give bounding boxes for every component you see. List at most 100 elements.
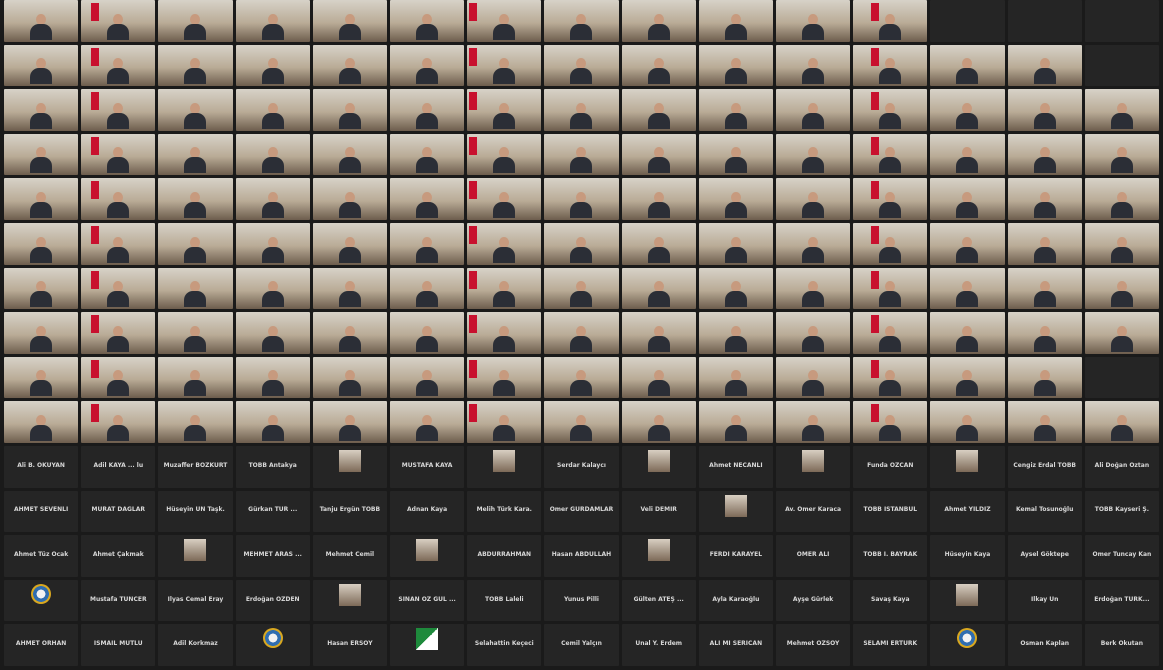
participant-name-tile[interactable]: TOBB Antakya xyxy=(235,445,310,488)
participant-video-tile[interactable] xyxy=(775,356,851,399)
participant-video-tile[interactable] xyxy=(235,0,310,42)
participant-video-tile[interactable] xyxy=(544,178,619,220)
participant-video-tile[interactable] xyxy=(4,222,79,265)
participant-name-tile[interactable]: Gürkan TÜR ... xyxy=(235,490,310,533)
participant-name-tile[interactable]: Ahmet NECANLI xyxy=(698,445,773,488)
participant-video-tile[interactable] xyxy=(312,267,387,310)
participant-video-tile[interactable] xyxy=(544,89,619,131)
participant-video-tile[interactable] xyxy=(698,356,773,399)
participant-video-tile[interactable] xyxy=(775,0,851,42)
participant-video-tile[interactable] xyxy=(698,312,773,354)
participant-name-tile[interactable]: TOBB İ. BAYRAK xyxy=(853,535,928,577)
participant-video-tile[interactable] xyxy=(1007,222,1082,265)
participant-name-tile[interactable]: Mehmet ÖZSOY xyxy=(775,624,851,666)
participant-video-tile[interactable] xyxy=(1084,401,1159,443)
participant-video-tile[interactable] xyxy=(1007,312,1082,354)
participant-video-tile[interactable] xyxy=(158,222,233,265)
participant-name-tile[interactable]: Berk Okutan xyxy=(1084,624,1159,666)
participant-name-tile[interactable]: Mustafa TUNCER xyxy=(81,579,156,622)
participant-video-tile[interactable] xyxy=(389,44,465,87)
participant-video-tile[interactable] xyxy=(467,89,542,131)
participant-name-tile[interactable]: Ahmet Tüz Ocak xyxy=(4,535,79,577)
participant-video-tile[interactable] xyxy=(158,89,233,131)
participant-name-tile[interactable] xyxy=(235,624,310,666)
participant-name-tile[interactable]: MEHMET ARAS ... xyxy=(235,535,310,577)
participant-video-tile[interactable] xyxy=(81,44,156,87)
participant-name-tile[interactable]: Veli DEMİR xyxy=(621,490,696,533)
participant-video-tile[interactable] xyxy=(389,222,465,265)
participant-video-tile[interactable] xyxy=(389,312,465,354)
participant-video-tile[interactable] xyxy=(389,89,465,131)
participant-video-tile[interactable] xyxy=(621,178,696,220)
participant-name-tile[interactable] xyxy=(158,535,233,577)
participant-video-tile[interactable] xyxy=(930,133,1005,176)
participant-name-tile[interactable] xyxy=(698,490,773,533)
participant-video-tile[interactable] xyxy=(698,89,773,131)
participant-video-tile[interactable] xyxy=(4,312,79,354)
participant-video-tile[interactable] xyxy=(621,0,696,42)
participant-video-tile[interactable] xyxy=(853,178,928,220)
participant-name-tile[interactable]: Serdar Kalaycı xyxy=(544,445,619,488)
participant-name-tile[interactable]: Ahmet Çakmak xyxy=(81,535,156,577)
participant-video-tile[interactable] xyxy=(158,401,233,443)
participant-video-tile[interactable] xyxy=(930,401,1005,443)
participant-video-tile[interactable] xyxy=(467,178,542,220)
participant-video-tile[interactable] xyxy=(853,267,928,310)
participant-video-tile[interactable] xyxy=(621,312,696,354)
participant-video-tile[interactable] xyxy=(235,133,310,176)
participant-video-tile[interactable] xyxy=(158,267,233,310)
participant-video-tile[interactable] xyxy=(467,401,542,443)
participant-name-tile[interactable]: Cemil Yalçın xyxy=(544,624,619,666)
participant-video-tile[interactable] xyxy=(1007,401,1082,443)
participant-video-tile[interactable] xyxy=(467,44,542,87)
participant-name-tile[interactable]: Ali Doğan Öztan xyxy=(1084,445,1159,488)
participant-name-tile[interactable]: Savaş Kaya xyxy=(853,579,928,622)
participant-video-tile[interactable] xyxy=(1084,133,1159,176)
participant-video-tile[interactable] xyxy=(235,356,310,399)
participant-name-tile[interactable]: Ali B. OKUYAN xyxy=(4,445,79,488)
participant-name-tile[interactable]: Ayşe Gürlek xyxy=(775,579,851,622)
participant-name-tile[interactable]: Mehmet Cemil xyxy=(312,535,387,577)
participant-video-tile[interactable] xyxy=(158,133,233,176)
participant-video-tile[interactable] xyxy=(467,267,542,310)
participant-video-tile[interactable] xyxy=(853,0,928,42)
participant-video-tile[interactable] xyxy=(930,267,1005,310)
participant-video-tile[interactable] xyxy=(467,312,542,354)
participant-video-tile[interactable] xyxy=(698,133,773,176)
participant-name-tile[interactable]: Muzaffer BOZKURT xyxy=(158,445,233,488)
participant-video-tile[interactable] xyxy=(1007,44,1082,87)
participant-video-tile[interactable] xyxy=(4,44,79,87)
participant-video-tile[interactable] xyxy=(853,44,928,87)
participant-video-tile[interactable] xyxy=(1084,222,1159,265)
participant-video-tile[interactable] xyxy=(1007,0,1082,42)
participant-name-tile[interactable] xyxy=(930,445,1005,488)
participant-video-tile[interactable] xyxy=(621,133,696,176)
participant-name-tile[interactable]: SİNAN ÖZ GÜL ... xyxy=(389,579,465,622)
participant-name-tile[interactable]: Hüseyin Kaya xyxy=(930,535,1005,577)
participant-video-tile[interactable] xyxy=(930,222,1005,265)
participant-video-tile[interactable] xyxy=(930,356,1005,399)
participant-video-tile[interactable] xyxy=(853,312,928,354)
participant-name-tile[interactable]: MURAT DAĞLAR xyxy=(81,490,156,533)
participant-video-tile[interactable] xyxy=(1084,0,1159,42)
participant-video-tile[interactable] xyxy=(1084,44,1159,87)
participant-video-tile[interactable] xyxy=(312,356,387,399)
participant-video-tile[interactable] xyxy=(235,401,310,443)
participant-video-tile[interactable] xyxy=(158,44,233,87)
participant-video-tile[interactable] xyxy=(698,222,773,265)
participant-name-tile[interactable]: TOBB Kayseri Ş. xyxy=(1084,490,1159,533)
participant-name-tile[interactable] xyxy=(930,579,1005,622)
participant-name-tile[interactable]: ÖMER ALİ xyxy=(775,535,851,577)
participant-video-tile[interactable] xyxy=(853,401,928,443)
participant-name-tile[interactable] xyxy=(389,535,465,577)
participant-video-tile[interactable] xyxy=(235,267,310,310)
participant-video-tile[interactable] xyxy=(235,312,310,354)
participant-video-tile[interactable] xyxy=(930,312,1005,354)
participant-video-tile[interactable] xyxy=(544,44,619,87)
participant-video-tile[interactable] xyxy=(81,89,156,131)
participant-video-tile[interactable] xyxy=(389,356,465,399)
participant-video-tile[interactable] xyxy=(81,133,156,176)
participant-video-tile[interactable] xyxy=(235,44,310,87)
participant-name-tile[interactable]: Av. Ömer Karaca xyxy=(775,490,851,533)
participant-video-tile[interactable] xyxy=(81,267,156,310)
